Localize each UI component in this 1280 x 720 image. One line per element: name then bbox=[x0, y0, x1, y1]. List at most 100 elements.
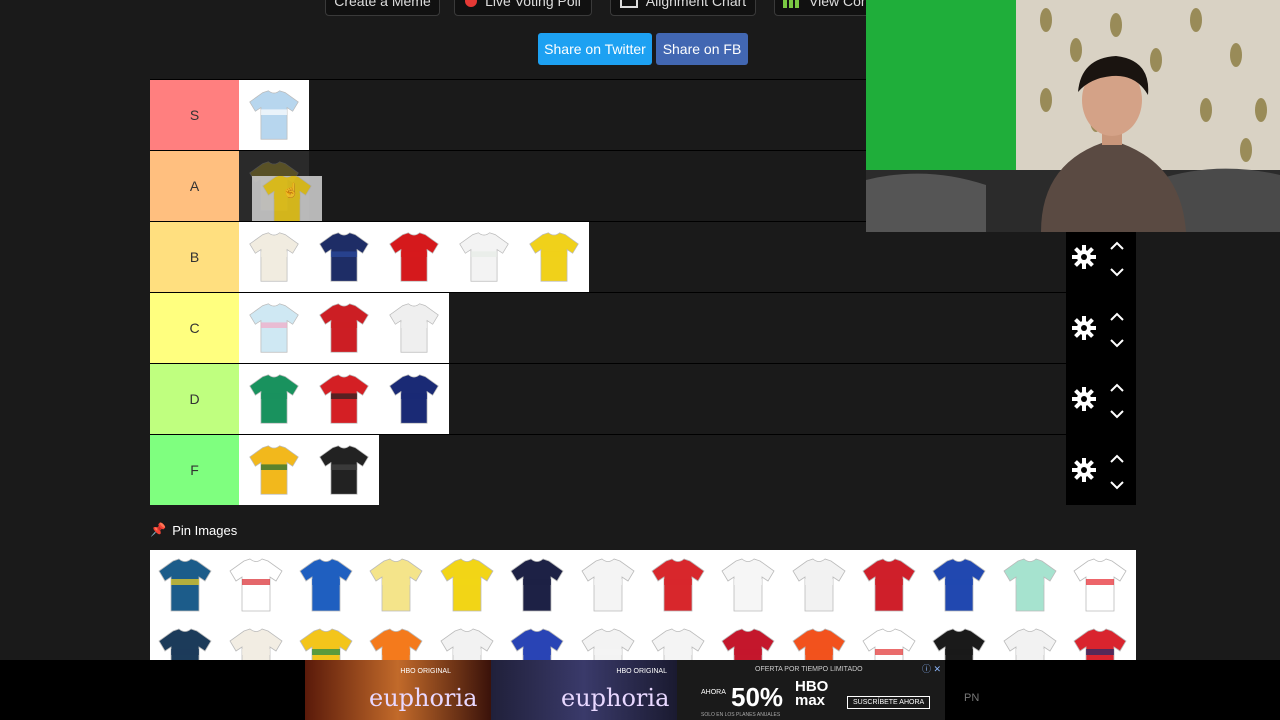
ad-ahora: AHORA bbox=[701, 689, 726, 696]
gear-icon[interactable] bbox=[1072, 316, 1096, 340]
pool-jersey[interactable] bbox=[713, 550, 783, 620]
pool-jersey[interactable] bbox=[1065, 620, 1135, 660]
chevron-up-icon[interactable] bbox=[1110, 309, 1124, 321]
tier-controls bbox=[1066, 293, 1136, 363]
pin-images-label: Pin Images bbox=[172, 522, 238, 538]
jersey-item[interactable] bbox=[309, 293, 379, 363]
pool-jersey[interactable] bbox=[713, 620, 783, 660]
gear-icon[interactable] bbox=[1072, 387, 1096, 411]
tier-label[interactable]: S bbox=[150, 80, 239, 150]
tier-label[interactable]: D bbox=[150, 364, 239, 434]
chevron-up-icon[interactable] bbox=[1110, 380, 1124, 392]
live-poll-label: Live Voting Poll bbox=[485, 0, 581, 9]
tier-items bbox=[239, 435, 379, 505]
tier-row: C bbox=[150, 292, 1136, 363]
jersey-item[interactable] bbox=[309, 222, 379, 292]
jersey-item[interactable] bbox=[519, 222, 589, 292]
view-community-label: View Com bbox=[809, 0, 873, 9]
pool-jersey[interactable] bbox=[643, 550, 713, 620]
ad-pn-text: PN bbox=[964, 692, 980, 704]
pool-jersey[interactable] bbox=[502, 550, 572, 620]
tier-label[interactable]: C bbox=[150, 293, 239, 363]
pool-jersey[interactable] bbox=[924, 550, 994, 620]
jersey-item[interactable] bbox=[239, 222, 309, 292]
chevron-down-icon[interactable] bbox=[1110, 335, 1124, 348]
ad-close-icon[interactable]: ⓘ ✕ bbox=[922, 662, 941, 675]
pool-row bbox=[150, 550, 1136, 620]
jersey-item[interactable] bbox=[309, 364, 379, 434]
share-facebook-label: Share on FB bbox=[662, 41, 742, 57]
ad-content[interactable]: HBO ORIGINAL euphoria HBO ORIGINAL eupho… bbox=[305, 660, 945, 720]
pool-jersey[interactable] bbox=[220, 620, 290, 660]
grid-icon bbox=[619, 0, 638, 8]
chevron-down-icon[interactable] bbox=[1110, 406, 1124, 419]
tier-items bbox=[239, 364, 449, 434]
chevron-up-icon[interactable] bbox=[1110, 238, 1124, 250]
chevron-up-icon[interactable] bbox=[1110, 451, 1124, 463]
pool-jersey[interactable] bbox=[995, 620, 1065, 660]
jersey-item[interactable] bbox=[239, 435, 309, 505]
ad-subscribe-button[interactable]: SUSCRÍBETE AHORA bbox=[847, 696, 931, 709]
tier-items bbox=[239, 80, 309, 150]
ad-hbomax-logo: HBO max bbox=[795, 678, 829, 709]
ad-network-label-1: HBO ORIGINAL bbox=[400, 668, 451, 675]
pool-jersey[interactable] bbox=[150, 620, 220, 660]
pool-jersey[interactable] bbox=[854, 620, 924, 660]
pin-icon: 📌 bbox=[150, 522, 167, 537]
jersey-item[interactable] bbox=[239, 293, 309, 363]
jersey-item[interactable] bbox=[309, 435, 379, 505]
pool-jersey[interactable] bbox=[432, 620, 502, 660]
ad-panel-euphoria-2: HBO ORIGINAL euphoria bbox=[491, 660, 677, 720]
pool-jersey[interactable] bbox=[150, 550, 220, 620]
pool-jersey[interactable] bbox=[924, 620, 994, 660]
gear-icon[interactable] bbox=[1072, 245, 1096, 269]
pool-jersey[interactable] bbox=[361, 550, 431, 620]
pool-jersey[interactable] bbox=[643, 620, 713, 660]
share-facebook-button[interactable]: Share on FB bbox=[656, 33, 748, 65]
alignment-chart-button[interactable]: Alignment Chart bbox=[610, 0, 756, 16]
live-poll-button[interactable]: Live Voting Poll bbox=[454, 0, 592, 16]
ad-fine-print: SOLO EN LOS PLANES ANUALES bbox=[701, 712, 781, 718]
pool-jersey[interactable] bbox=[220, 550, 290, 620]
tier-label[interactable]: A bbox=[150, 151, 239, 221]
ad-brand-1: euphoria bbox=[369, 684, 478, 712]
ad-banner[interactable]: HBO ORIGINAL euphoria HBO ORIGINAL eupho… bbox=[0, 660, 1280, 720]
image-pool bbox=[150, 550, 1136, 660]
tier-items bbox=[239, 293, 449, 363]
gear-icon[interactable] bbox=[1072, 458, 1096, 482]
pool-jersey[interactable] bbox=[995, 550, 1065, 620]
pool-jersey[interactable] bbox=[432, 550, 502, 620]
ad-network-label-2: HBO ORIGINAL bbox=[616, 668, 667, 675]
jersey-item[interactable] bbox=[239, 80, 309, 150]
tier-items: ☝ bbox=[239, 151, 322, 221]
chevron-down-icon[interactable] bbox=[1110, 264, 1124, 277]
ad-discount: 50% bbox=[731, 682, 784, 712]
pool-jersey[interactable] bbox=[572, 620, 642, 660]
tier-row: F bbox=[150, 434, 1136, 505]
pool-jersey[interactable] bbox=[784, 620, 854, 660]
chevron-down-icon[interactable] bbox=[1110, 477, 1124, 490]
share-twitter-button[interactable]: Share on Twitter bbox=[538, 33, 652, 65]
pool-jersey[interactable] bbox=[361, 620, 431, 660]
pool-jersey[interactable] bbox=[291, 550, 361, 620]
dragging-jersey[interactable]: ☝ bbox=[252, 176, 322, 221]
pool-jersey[interactable] bbox=[784, 550, 854, 620]
tier-items bbox=[239, 222, 589, 292]
jersey-item[interactable] bbox=[449, 222, 519, 292]
pool-jersey[interactable] bbox=[502, 620, 572, 660]
pin-images-toggle[interactable]: 📌 Pin Images bbox=[150, 522, 237, 538]
pool-jersey[interactable] bbox=[291, 620, 361, 660]
jersey-item[interactable] bbox=[379, 364, 449, 434]
pool-jersey[interactable] bbox=[1065, 550, 1135, 620]
tier-label[interactable]: F bbox=[150, 435, 239, 505]
jersey-item[interactable] bbox=[239, 364, 309, 434]
create-meme-button[interactable]: Create a Meme bbox=[325, 0, 440, 16]
pool-jersey[interactable] bbox=[572, 550, 642, 620]
webcam-video bbox=[866, 0, 1280, 232]
pool-row bbox=[150, 620, 1136, 660]
jersey-item[interactable] bbox=[379, 293, 449, 363]
jersey-item[interactable] bbox=[379, 222, 449, 292]
tier-label[interactable]: B bbox=[150, 222, 239, 292]
pool-jersey[interactable] bbox=[854, 550, 924, 620]
tier-row: D bbox=[150, 363, 1136, 434]
